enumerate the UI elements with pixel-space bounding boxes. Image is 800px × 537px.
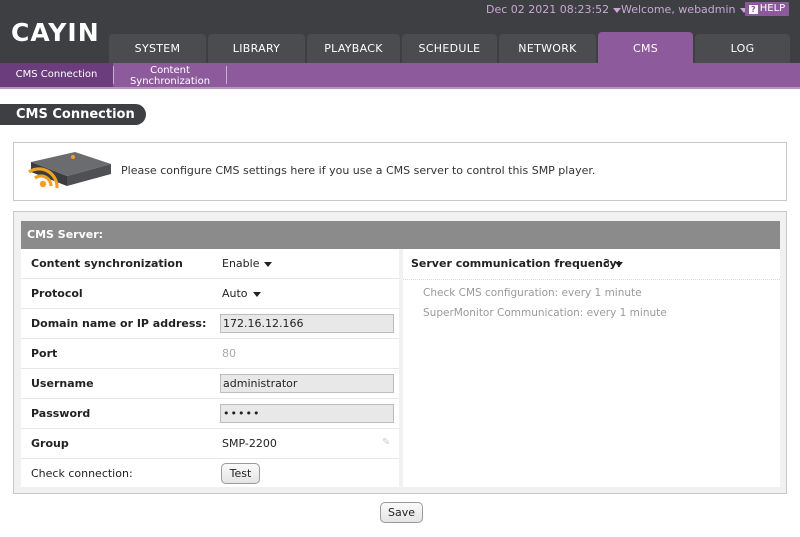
chevron-down-icon xyxy=(613,7,622,13)
content-sync-label: Content synchronization xyxy=(31,257,183,270)
help-label: HELP xyxy=(759,3,786,14)
panel-title: CMS Server: xyxy=(21,221,780,249)
tab-cms[interactable]: CMS xyxy=(598,32,693,63)
tab-system[interactable]: SYSTEM xyxy=(109,34,206,63)
domain-label: Domain name or IP address: xyxy=(31,317,207,330)
tab-playback[interactable]: PLAYBACK xyxy=(307,34,400,63)
port-value: 80 xyxy=(222,347,236,360)
row-password: Password ••••• xyxy=(21,399,399,429)
help-icon: ? xyxy=(748,5,758,14)
row-domain: Domain name or IP address: 172.16.12.166 xyxy=(21,309,399,339)
subtab-label-line1: Content xyxy=(150,65,190,76)
content-sync-select[interactable]: Enable xyxy=(222,249,273,279)
row-username: Username administrator xyxy=(21,369,399,399)
test-button[interactable]: Test xyxy=(221,463,260,484)
sub-navigation: CMS Connection Content Synchronization xyxy=(0,63,800,89)
divider xyxy=(403,279,780,280)
subtab-label-line2: Synchronization xyxy=(129,76,211,87)
save-button[interactable]: Save xyxy=(380,502,423,523)
row-check-connection: Check connection: Test xyxy=(21,459,399,489)
welcome-text: Welcome, webadmin xyxy=(621,3,736,16)
tab-network[interactable]: NETWORK xyxy=(499,34,596,63)
group-label: Group xyxy=(31,437,69,450)
password-label: Password xyxy=(31,407,91,420)
top-header: CAYIN Dec 02 2021 08:23:52 Welcome, weba… xyxy=(0,0,800,63)
subtab-divider xyxy=(226,66,227,84)
cms-connection-page: CAYIN Dec 02 2021 08:23:52 Welcome, weba… xyxy=(0,0,800,537)
supermonitor-note: SuperMonitor Communication: every 1 minu… xyxy=(423,307,667,319)
protocol-select[interactable]: Auto xyxy=(222,279,261,309)
protocol-label: Protocol xyxy=(31,287,83,300)
datetime-text: Dec 02 2021 08:23:52 xyxy=(486,3,610,16)
info-message: Please configure CMS settings here if yo… xyxy=(121,164,596,177)
frequency-column: Server communication frequency: 3 Check … xyxy=(403,249,780,487)
row-group: Group SMP-2200 ✎ xyxy=(21,429,399,459)
content-sync-value: Enable xyxy=(222,257,260,270)
media-player-wifi-icon xyxy=(28,152,111,189)
domain-input[interactable]: 172.16.12.166 xyxy=(220,314,394,333)
chevron-down-icon xyxy=(615,261,623,267)
help-button[interactable]: ? HELP xyxy=(745,2,789,16)
chevron-down-icon xyxy=(252,291,261,297)
page-title: CMS Connection xyxy=(0,104,146,125)
cms-server-panel: CMS Server: Content synchronization Enab… xyxy=(13,211,787,494)
frequency-select[interactable]: 3 xyxy=(603,249,623,279)
info-box: Please configure CMS settings here if yo… xyxy=(13,142,787,201)
row-port: Port 80 xyxy=(21,339,399,369)
cayin-logo: CAYIN xyxy=(11,18,100,47)
row-protocol: Protocol Auto xyxy=(21,279,399,309)
user-menu[interactable]: Welcome, webadmin xyxy=(621,2,748,18)
chevron-down-icon xyxy=(264,261,273,267)
protocol-value: Auto xyxy=(222,287,248,300)
subtab-content-synchronization[interactable]: Content Synchronization xyxy=(114,63,226,87)
group-value: SMP-2200 xyxy=(222,437,277,450)
tab-schedule[interactable]: SCHEDULE xyxy=(402,34,497,63)
frequency-value: 3 xyxy=(603,257,610,270)
username-label: Username xyxy=(31,377,94,390)
tab-library[interactable]: LIBRARY xyxy=(208,34,305,63)
frequency-label: Server communication frequency: xyxy=(411,257,622,270)
subtab-cms-connection[interactable]: CMS Connection xyxy=(0,63,113,87)
check-connection-label: Check connection: xyxy=(31,467,133,480)
server-settings-column: Content synchronization Enable Protocol … xyxy=(21,249,399,487)
tab-log[interactable]: LOG xyxy=(695,34,790,63)
edit-pencil-icon[interactable]: ✎ xyxy=(382,438,392,448)
datetime-dropdown[interactable]: Dec 02 2021 08:23:52 xyxy=(486,2,622,18)
port-label: Port xyxy=(31,347,58,360)
check-cms-note: Check CMS configuration: every 1 minute xyxy=(423,287,642,299)
password-input[interactable]: ••••• xyxy=(220,404,394,423)
row-content-sync: Content synchronization Enable xyxy=(21,249,399,279)
username-input[interactable]: administrator xyxy=(220,374,394,393)
